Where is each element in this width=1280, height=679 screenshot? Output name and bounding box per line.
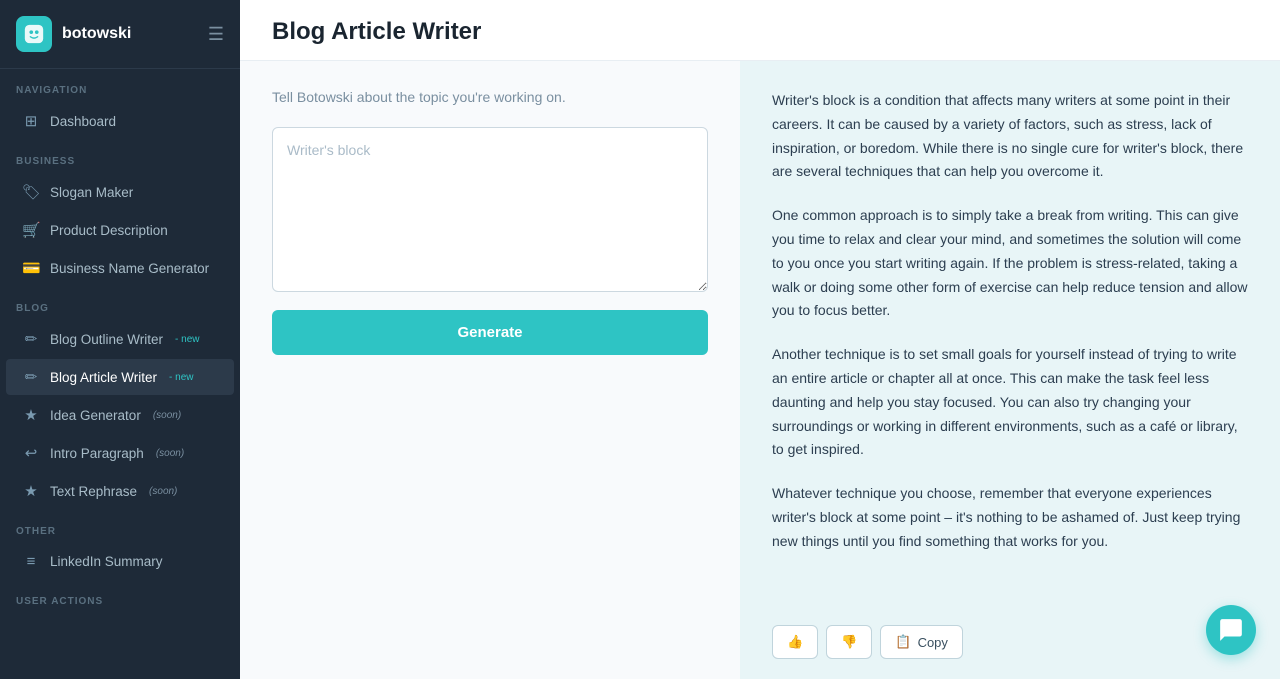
sidebar-item-blog-article-writer[interactable]: ✏ Blog Article Writer - new: [6, 359, 234, 395]
sidebar-item-label: Business Name Generator: [50, 261, 209, 276]
nav-section-user-actions: USER ACTIONS: [0, 580, 240, 613]
edit-icon: ✏: [22, 330, 40, 348]
output-paragraph-2: One common approach is to simply take a …: [772, 204, 1248, 323]
sidebar-item-text-rephrase[interactable]: ★ Text Rephrase (soon): [6, 473, 234, 509]
sidebar-header: botowski ☰: [0, 0, 240, 69]
thumbs-down-button[interactable]: 👎: [826, 625, 872, 659]
main-body: Tell Botowski about the topic you're wor…: [240, 61, 1280, 679]
main-header: Blog Article Writer: [240, 0, 1280, 61]
output-actions: 👍 👎 📋 Copy: [772, 625, 963, 659]
output-paragraph-4: Whatever technique you choose, remember …: [772, 482, 1248, 553]
input-panel: Tell Botowski about the topic you're wor…: [240, 61, 740, 679]
sidebar-item-label: Text Rephrase: [50, 484, 137, 499]
sidebar-item-label: Slogan Maker: [50, 185, 133, 200]
logo-icon: [16, 16, 52, 52]
rephrase-icon: ★: [22, 482, 40, 500]
logo-text: botowski: [62, 25, 131, 43]
hamburger-icon[interactable]: ☰: [208, 24, 224, 45]
topic-textarea[interactable]: [272, 127, 708, 292]
new-badge: - new: [169, 372, 193, 383]
card-icon: 💳: [22, 259, 40, 277]
sidebar-item-label: Intro Paragraph: [50, 446, 144, 461]
sidebar-item-intro-paragraph[interactable]: ↩ Intro Paragraph (soon): [6, 435, 234, 471]
sidebar-item-product-description[interactable]: 🛒 Product Description: [6, 212, 234, 248]
new-badge: - new: [175, 334, 199, 345]
sidebar-item-dashboard[interactable]: ⊞ Dashboard: [6, 103, 234, 139]
input-subtitle: Tell Botowski about the topic you're wor…: [272, 89, 708, 105]
logo-area: botowski: [16, 16, 131, 52]
sidebar-item-label: Blog Article Writer: [50, 370, 157, 385]
main-content: Blog Article Writer Tell Botowski about …: [240, 0, 1280, 679]
output-paragraph-1: Writer's block is a condition that affec…: [772, 89, 1248, 184]
nav-section-other: OTHER: [0, 510, 240, 543]
sidebar-item-blog-outline-writer[interactable]: ✏ Blog Outline Writer - new: [6, 321, 234, 357]
sidebar-item-label: Blog Outline Writer: [50, 332, 163, 347]
cart-icon: 🛒: [22, 221, 40, 239]
thumbs-down-icon: 👎: [841, 634, 857, 650]
output-panel: Writer's block is a condition that affec…: [740, 61, 1280, 679]
soon-badge: (soon): [156, 448, 184, 459]
sidebar-item-label: LinkedIn Summary: [50, 554, 163, 569]
nav-section-business: BUSINESS: [0, 140, 240, 173]
copy-label: Copy: [918, 635, 948, 650]
sidebar-item-business-name-generator[interactable]: 💳 Business Name Generator: [6, 250, 234, 286]
sidebar-item-linkedin-summary[interactable]: ≡ LinkedIn Summary: [6, 544, 234, 579]
thumbs-up-button[interactable]: 👍: [772, 625, 818, 659]
edit-icon: ✏: [22, 368, 40, 386]
sidebar-item-idea-generator[interactable]: ★ Idea Generator (soon): [6, 397, 234, 433]
sidebar-item-label: Product Description: [50, 223, 168, 238]
sidebar-item-slogan-maker[interactable]: 🏷 Slogan Maker: [6, 174, 234, 210]
nav-section-blog: BLOG: [0, 287, 240, 320]
copy-icon: 📋: [895, 634, 911, 650]
sidebar-item-label: Idea Generator: [50, 408, 141, 423]
sidebar: botowski ☰ NAVIGATION ⊞ Dashboard BUSINE…: [0, 0, 240, 679]
sidebar-item-label: Dashboard: [50, 114, 116, 129]
chat-bubble[interactable]: [1206, 605, 1256, 655]
return-icon: ↩: [22, 444, 40, 462]
copy-button[interactable]: 📋 Copy: [880, 625, 963, 659]
output-paragraph-3: Another technique is to set small goals …: [772, 343, 1248, 462]
nav-section-navigation: NAVIGATION: [0, 69, 240, 102]
soon-badge: (soon): [153, 410, 181, 421]
soon-badge: (soon): [149, 486, 177, 497]
dashboard-icon: ⊞: [22, 112, 40, 130]
tag-icon: 🏷: [22, 183, 40, 201]
star-icon: ★: [22, 406, 40, 424]
page-title: Blog Article Writer: [272, 18, 1248, 46]
thumbs-up-icon: 👍: [787, 634, 803, 650]
list-icon: ≡: [22, 553, 40, 570]
generate-button[interactable]: Generate: [272, 310, 708, 355]
